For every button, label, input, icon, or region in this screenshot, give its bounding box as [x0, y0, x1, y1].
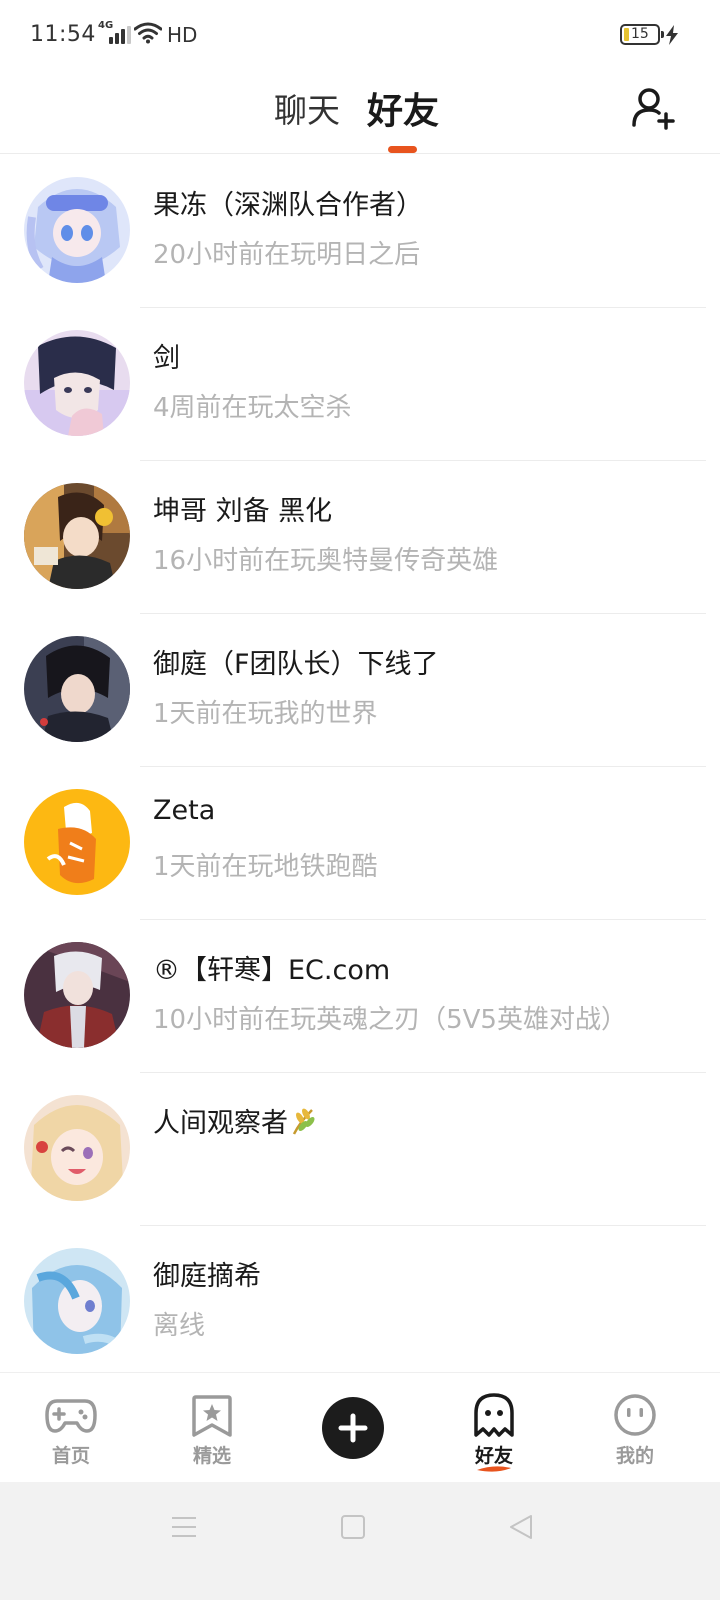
battery-level: 15: [631, 26, 649, 42]
friend-list: 果冻（深渊队合作者） 20小时前在玩明日之后 剑 4周前在玩太空杀 坤哥 刘备 …: [0, 155, 720, 1379]
friend-status: 1天前在玩我的世界: [153, 699, 378, 729]
friend-status: 4周前在玩太空杀: [153, 393, 352, 423]
home-square-icon[interactable]: [338, 1512, 368, 1542]
avatar[interactable]: [24, 483, 130, 589]
signal-icon: 4G: [98, 20, 131, 46]
friend-name: 坤哥 刘备 黑化: [153, 496, 333, 527]
tab-friends[interactable]: 好友: [367, 82, 439, 134]
system-nav-bar: [0, 1482, 720, 1600]
nav-friends-label: 好友: [454, 1441, 534, 1472]
wheat-icon: [292, 1108, 315, 1135]
nav-featured-label: 精选: [192, 1445, 231, 1467]
nav-home[interactable]: 首页: [31, 1393, 111, 1468]
avatar[interactable]: [24, 1095, 130, 1201]
top-header: 聊天 好友: [0, 72, 720, 154]
friend-name: ®【轩寒】EC.com: [153, 955, 391, 986]
friend-status: 1天前在玩地铁跑酷: [153, 852, 378, 882]
friend-name: 御庭（F团队长）下线了: [153, 649, 439, 680]
battery-icon: 15: [620, 24, 664, 45]
status-time: 11:54: [30, 22, 96, 47]
nav-home-label: 首页: [51, 1445, 90, 1467]
friend-name: 御庭摘希: [153, 1261, 261, 1292]
star-bookmark-icon: [192, 1395, 232, 1437]
avatar[interactable]: [24, 177, 130, 283]
bottom-nav: 首页 精选 好友 我的: [0, 1372, 720, 1482]
menu-icon[interactable]: [169, 1512, 199, 1542]
friend-row[interactable]: 剑 4周前在玩太空杀: [0, 308, 720, 461]
friend-name: Zeta: [153, 795, 216, 826]
friend-name: 剑: [153, 343, 180, 374]
avatar[interactable]: [24, 1248, 130, 1354]
friend-row[interactable]: 御庭摘希 离线: [0, 1226, 720, 1379]
tab-chat[interactable]: 聊天: [274, 84, 340, 132]
nav-mine[interactable]: 我的: [595, 1393, 675, 1468]
active-swoosh-icon: [477, 1466, 511, 1472]
add-user-icon[interactable]: [628, 84, 678, 134]
friend-name: 人间观察者: [153, 1101, 318, 1140]
back-triangle-icon[interactable]: [506, 1512, 536, 1542]
friend-row[interactable]: 人间观察者: [0, 1073, 720, 1226]
avatar[interactable]: [24, 789, 130, 895]
friend-row[interactable]: Zeta 1天前在玩地铁跑酷: [0, 767, 720, 920]
friend-row[interactable]: 果冻（深渊队合作者） 20小时前在玩明日之后: [0, 155, 720, 308]
smiley-icon: [614, 1394, 656, 1436]
hd-label: HD: [167, 23, 198, 47]
create-button[interactable]: [322, 1397, 384, 1459]
status-bar: 11:54 4G HD 15: [0, 0, 720, 72]
nav-mine-label: 我的: [615, 1445, 654, 1467]
gamepad-icon: [45, 1399, 97, 1433]
avatar[interactable]: [24, 330, 130, 436]
plus-icon: [338, 1413, 368, 1443]
charging-icon: [666, 25, 678, 45]
wifi-icon: [134, 22, 162, 44]
ghost-icon: [474, 1393, 514, 1437]
friend-status: 10小时前在玩英魂之刃（5V5英雄对战）: [153, 1005, 627, 1035]
avatar[interactable]: [24, 636, 130, 742]
nav-featured[interactable]: 精选: [172, 1393, 252, 1468]
friend-row[interactable]: 御庭（F团队长）下线了 1天前在玩我的世界: [0, 614, 720, 767]
friend-row[interactable]: 坤哥 刘备 黑化 16小时前在玩奥特曼传奇英雄: [0, 461, 720, 614]
friend-status: 20小时前在玩明日之后: [153, 240, 421, 270]
active-tab-indicator: [388, 146, 417, 153]
avatar[interactable]: [24, 942, 130, 1048]
friend-row[interactable]: ®【轩寒】EC.com 10小时前在玩英魂之刃（5V5英雄对战）: [0, 920, 720, 1073]
friend-name: 果冻（深渊队合作者）: [153, 190, 423, 221]
nav-friends[interactable]: 好友: [454, 1393, 534, 1472]
friend-status: 16小时前在玩奥特曼传奇英雄: [153, 546, 499, 576]
friend-status: 离线: [153, 1311, 206, 1341]
